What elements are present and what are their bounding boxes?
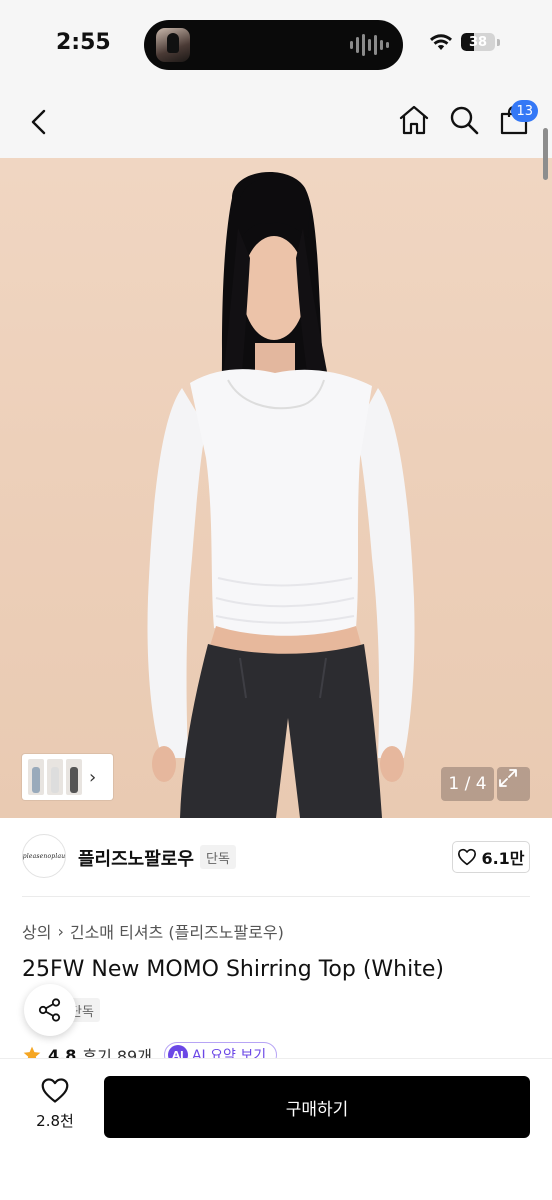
exclusive-badge: 단독: [200, 845, 236, 869]
audio-waveform-icon: [350, 33, 389, 57]
back-button[interactable]: [24, 106, 56, 138]
thumbnail-3[interactable]: [66, 759, 82, 795]
search-icon: [450, 106, 479, 135]
chevron-right-icon: ›: [89, 766, 97, 788]
product-title: 25FW New MOMO Shirring Top (White): [22, 957, 444, 982]
breadcrumb-subcategory[interactable]: 긴소매 티셔츠 (플리즈노팔로우): [70, 919, 284, 943]
battery-tip: [497, 38, 500, 46]
share-icon: [38, 998, 61, 1022]
breadcrumb-separator-icon: ›: [57, 921, 64, 941]
brand-name[interactable]: 플리즈노팔로우: [78, 845, 194, 871]
top-nav-bar: 13: [0, 92, 552, 158]
expand-icon: [499, 769, 517, 787]
back-chevron-icon: [31, 109, 46, 135]
breadcrumb: 상의 › 긴소매 티셔츠 (플리즈노팔로우): [22, 919, 284, 943]
product-image-gallery[interactable]: › 1 / 4: [0, 158, 552, 818]
bottom-action-bar: 2.8천 구매하기: [0, 1058, 552, 1200]
dynamic-island: [144, 20, 403, 70]
now-playing-thumbnail: [156, 28, 190, 62]
wishlist-button[interactable]: 2.8천: [24, 1077, 86, 1141]
home-icon: [399, 105, 429, 135]
nav-actions: 13: [398, 100, 538, 138]
thumbnail-1[interactable]: [28, 759, 44, 795]
breadcrumb-category[interactable]: 상의: [22, 919, 51, 943]
divider: [22, 896, 530, 897]
scrollbar[interactable]: [543, 128, 548, 180]
brand-row: pleasenoplau 플리즈노팔로우 단독 6.1만: [22, 834, 530, 880]
status-indicators: 38: [429, 33, 500, 51]
heart-icon: [458, 848, 477, 866]
cart-count-badge: 13: [511, 100, 538, 122]
battery-level: 38: [468, 34, 488, 50]
status-bar: 2:55 38: [0, 0, 552, 92]
product-photo: [147, 171, 415, 818]
expand-image-button[interactable]: [497, 767, 530, 801]
buy-button[interactable]: 구매하기: [104, 1076, 530, 1138]
image-page-counter: 1 / 4: [441, 767, 494, 801]
wifi-icon: [430, 34, 452, 50]
status-time: 2:55: [56, 30, 111, 55]
heart-icon: [41, 1078, 69, 1103]
brand-like-count: 6.1만: [481, 849, 525, 868]
search-button[interactable]: [448, 102, 480, 138]
brand-logo[interactable]: pleasenoplau: [22, 834, 66, 878]
thumbnail-strip[interactable]: ›: [22, 754, 113, 800]
home-button[interactable]: [398, 102, 430, 138]
brand-logo-text: pleasenoplau: [22, 852, 66, 860]
product-detail-page: 2:55 38 13 › 1 / 4 pleasenoplau 플리즈노팔로우 …: [0, 0, 552, 1200]
brand-like-button[interactable]: 6.1만: [452, 841, 530, 873]
share-button[interactable]: [24, 984, 76, 1036]
cart-button[interactable]: 13: [498, 100, 538, 138]
wishlist-count: 2.8천: [36, 1112, 74, 1130]
thumbnail-2[interactable]: [47, 759, 63, 795]
battery-icon: 38: [461, 33, 495, 51]
